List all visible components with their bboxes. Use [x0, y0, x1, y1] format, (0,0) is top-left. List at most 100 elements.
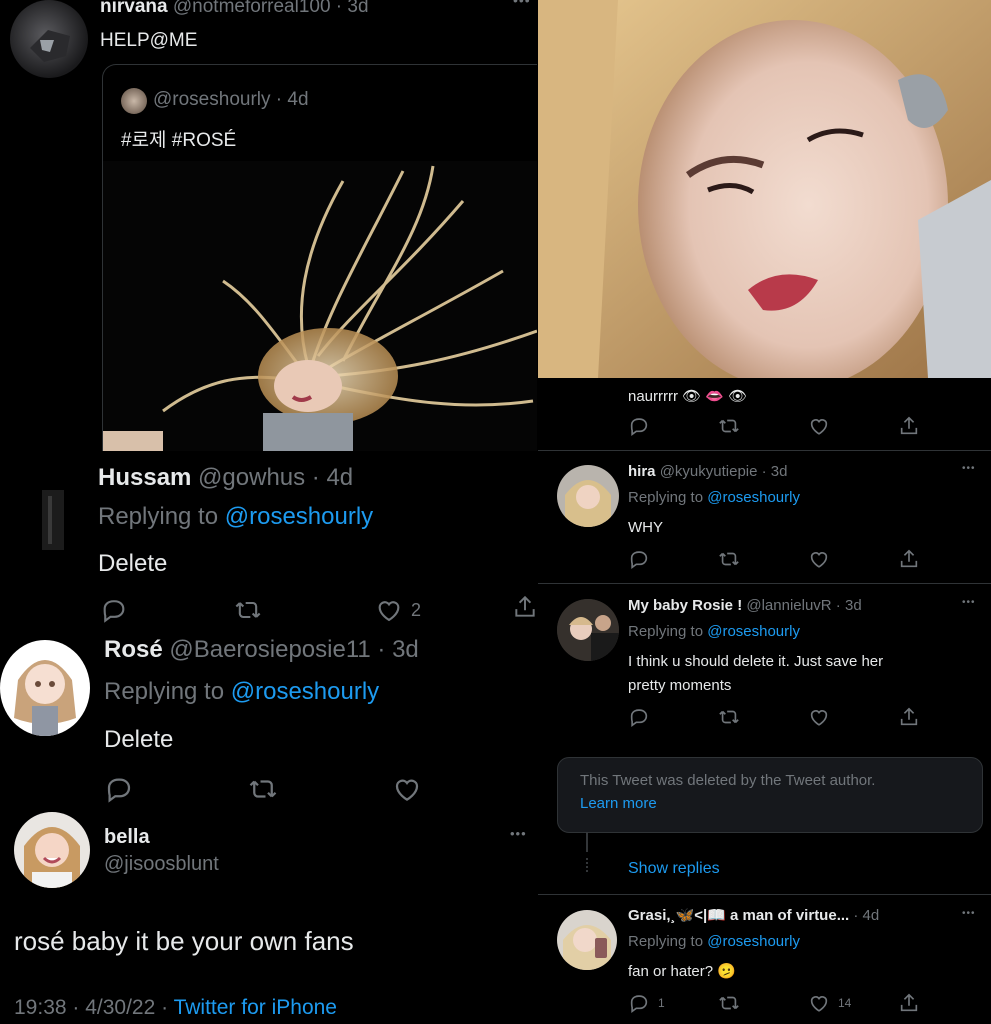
quote-handle-time[interactable]: @roseshourly · 4d	[153, 89, 309, 111]
learn-more-link[interactable]: Learn more	[580, 795, 657, 812]
reply-icon	[628, 706, 650, 728]
avatar-image	[563, 925, 611, 970]
retweet-icon	[718, 548, 740, 570]
replying-to-handle[interactable]: @roseshourly	[707, 489, 800, 506]
avatar-image	[14, 660, 76, 736]
performer-photo	[103, 165, 537, 451]
replying-to-label: Replying to	[628, 933, 704, 950]
reply-button[interactable]	[628, 415, 650, 437]
reply-icon	[628, 992, 650, 1014]
avatar-image	[42, 490, 64, 550]
more-options-icon[interactable]: •••	[510, 826, 527, 841]
avatar[interactable]	[12, 482, 90, 560]
avatar[interactable]	[14, 812, 90, 888]
share-icon	[898, 706, 920, 728]
like-count: 2	[411, 599, 422, 620]
author-handle-time[interactable]: @Baerosieposie11 · 3d	[169, 636, 418, 663]
replying-to-handle[interactable]: @roseshourly	[707, 623, 800, 640]
thread-dots	[586, 858, 590, 872]
like-button[interactable]	[808, 415, 830, 437]
share-button[interactable]	[898, 992, 920, 1014]
reply-button[interactable]: 1	[628, 992, 665, 1014]
quote-media-image[interactable]	[103, 161, 537, 451]
retweet-button[interactable]	[718, 992, 740, 1014]
like-button[interactable]	[808, 706, 830, 728]
divider	[538, 450, 991, 451]
replying-to-label: Replying to	[104, 678, 225, 705]
quote-tweet-card[interactable]: @roseshourly · 4d #로제 #ROSÉ	[102, 64, 537, 451]
author-handle-time[interactable]: @lannieluvR · 3d	[746, 597, 861, 614]
retweet-icon	[718, 706, 740, 728]
reply-count: 1	[658, 996, 665, 1010]
share-icon	[898, 415, 920, 437]
author-name[interactable]: Hussam	[98, 464, 191, 491]
like-icon	[375, 596, 403, 624]
share-button[interactable]	[898, 706, 920, 728]
tweet-source-link[interactable]: Twitter for iPhone	[174, 996, 337, 1019]
avatar[interactable]	[557, 599, 619, 661]
avatar[interactable]	[557, 465, 619, 527]
author-name[interactable]: Rosé	[104, 636, 163, 663]
retweet-button[interactable]	[718, 706, 740, 728]
like-icon	[808, 548, 830, 570]
like-icon	[808, 706, 830, 728]
like-button[interactable]: 14	[808, 992, 851, 1014]
divider	[538, 894, 991, 895]
author-handle[interactable]: @jisoosblunt	[104, 853, 219, 876]
reply-button[interactable]	[104, 774, 134, 804]
retweet-button[interactable]	[718, 415, 740, 437]
reply-icon	[100, 596, 128, 624]
replying-to-handle[interactable]: @roseshourly	[231, 678, 379, 705]
like-button[interactable]	[392, 774, 422, 804]
author-name[interactable]: nirvana	[100, 0, 168, 17]
author-handle-time[interactable]: @kyukyutiepie · 3d	[660, 463, 788, 480]
reply-icon	[104, 774, 134, 804]
share-icon	[898, 548, 920, 570]
tweet-text: naurrrrr 👁 👄 👁	[628, 388, 748, 405]
retweet-button[interactable]	[248, 774, 278, 804]
avatar-image	[557, 599, 619, 661]
quote-text: #로제 #ROSÉ	[121, 130, 237, 151]
replying-to-handle[interactable]: @roseshourly	[707, 933, 800, 950]
replying-to-handle[interactable]: @roseshourly	[225, 503, 373, 530]
reply-button[interactable]	[628, 706, 650, 728]
deleted-notice-text: This Tweet was deleted by the Tweet auth…	[580, 772, 876, 789]
like-icon	[808, 992, 830, 1014]
author-handle-time[interactable]: @notmeforreal100 · 3d	[173, 0, 369, 17]
retweet-button[interactable]	[234, 596, 262, 624]
deleted-tweet-notice: This Tweet was deleted by the Tweet auth…	[557, 757, 983, 833]
like-button[interactable]	[808, 548, 830, 570]
thread-line	[586, 832, 588, 852]
avatar[interactable]	[10, 0, 88, 78]
like-button[interactable]: 2	[375, 596, 421, 624]
author-name[interactable]: hira	[628, 463, 656, 480]
more-options-icon[interactable]: •••	[513, 0, 531, 8]
avatar[interactable]	[0, 640, 90, 736]
like-count: 14	[838, 996, 852, 1010]
author-handle-time[interactable]: @gowhus · 4d	[198, 464, 353, 491]
tweet-text-line: I think u should delete it. Just save he…	[628, 653, 884, 670]
show-replies-link[interactable]: Show replies	[628, 860, 720, 878]
share-button[interactable]	[512, 594, 538, 620]
retweet-icon	[718, 415, 740, 437]
reply-button[interactable]	[100, 596, 128, 624]
author-name[interactable]: My baby Rosie !	[628, 597, 742, 614]
more-options-icon[interactable]: •••	[962, 908, 976, 919]
avatar[interactable]	[557, 910, 617, 970]
reply-button[interactable]	[628, 548, 650, 570]
tweet-text: rosé baby it be your own fans	[14, 926, 354, 956]
like-icon	[392, 774, 422, 804]
divider	[538, 583, 991, 584]
reply-icon	[628, 548, 650, 570]
share-button[interactable]	[898, 415, 920, 437]
author-name[interactable]: bella	[104, 826, 150, 849]
more-options-icon[interactable]: •••	[962, 463, 976, 474]
more-options-icon[interactable]: •••	[962, 597, 976, 608]
media-image[interactable]	[538, 0, 991, 378]
share-button[interactable]	[898, 548, 920, 570]
author-name[interactable]: Grasi,¸🦋<|📖 a man of virtue...	[628, 907, 849, 924]
retweet-button[interactable]	[718, 548, 740, 570]
tweet-text-line: pretty moments	[628, 677, 732, 694]
author-handle-time[interactable]: · 4d	[853, 907, 879, 924]
replying-to-label: Replying to	[628, 489, 704, 506]
